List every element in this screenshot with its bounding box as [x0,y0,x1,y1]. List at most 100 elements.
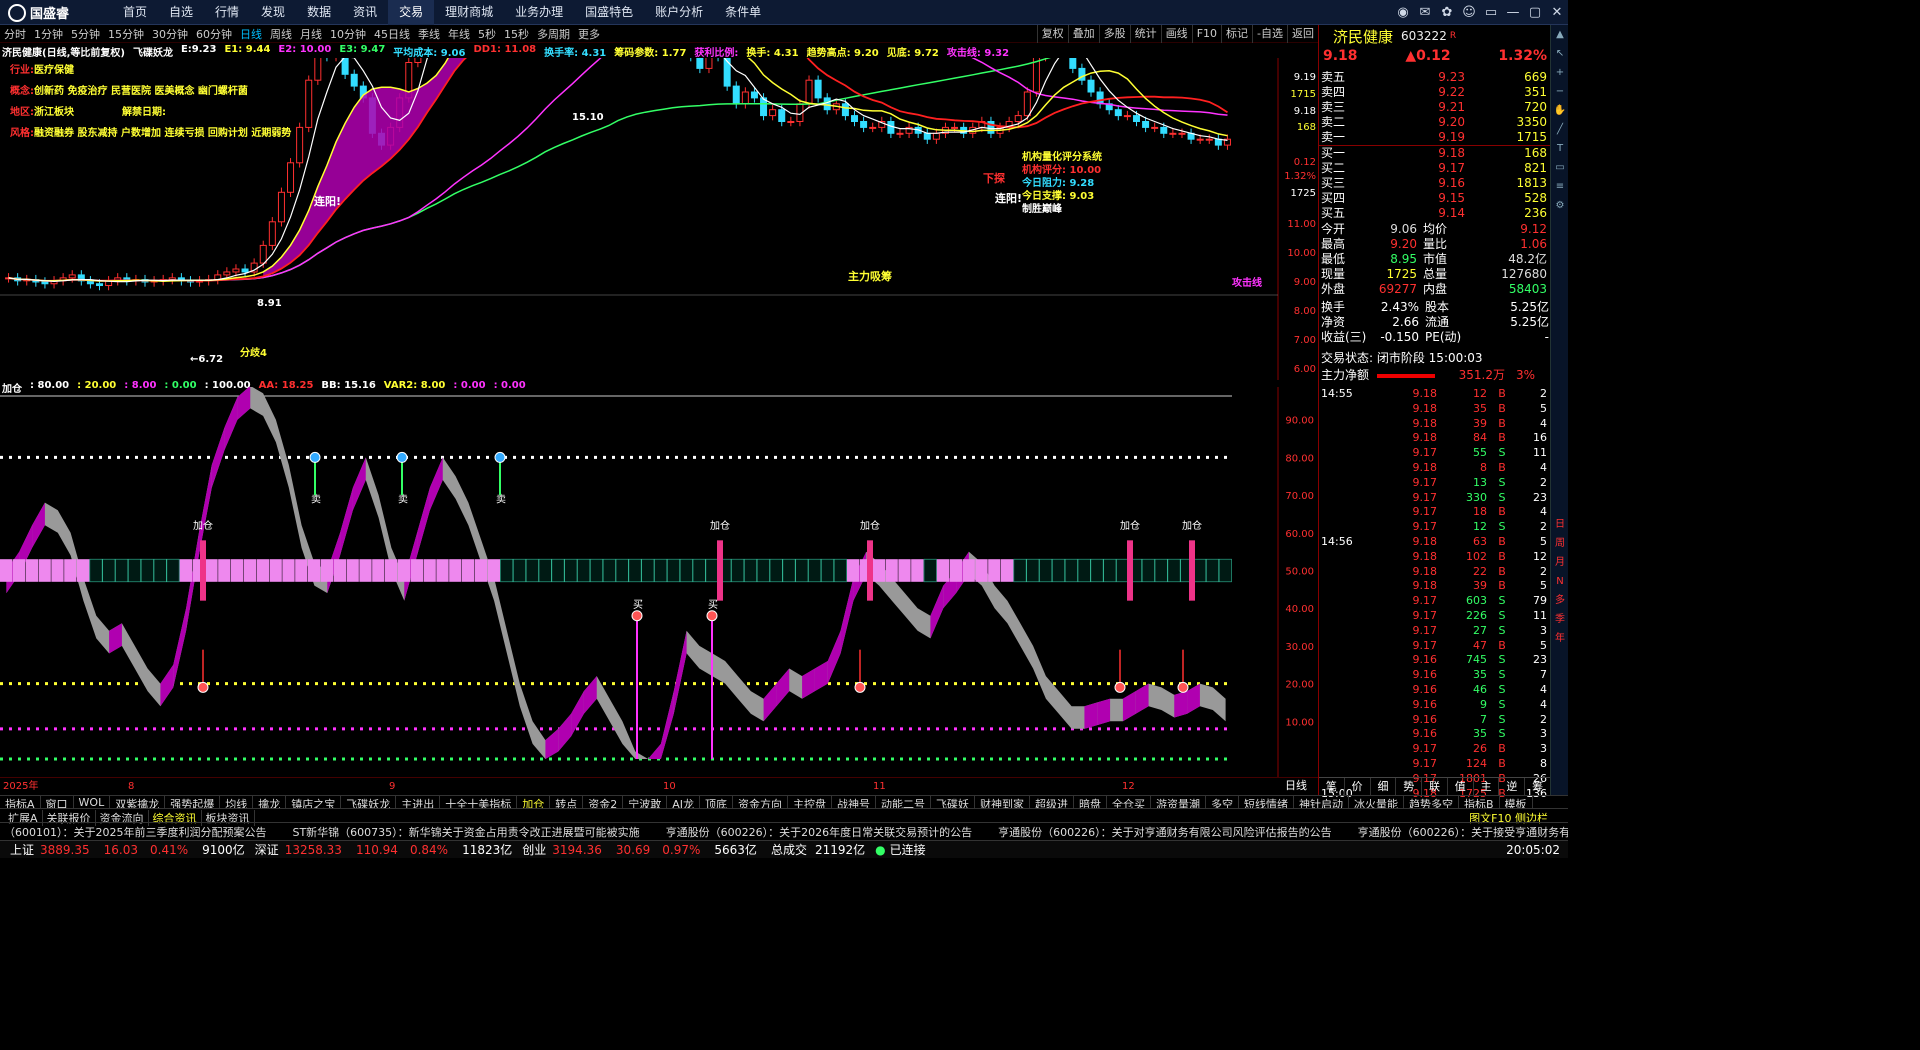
period-11[interactable]: 季线 [414,26,444,42]
period-3[interactable]: 15分钟 [104,26,148,42]
nav-item-1[interactable]: 自选 [158,0,204,25]
chat-icon[interactable]: ◉ [1392,0,1414,25]
period-16[interactable]: 更多 [574,26,604,42]
chart-tool-0[interactable]: 复权 [1036,25,1068,43]
rect-icon[interactable]: ▭ [1551,158,1568,177]
news-item[interactable]: 亨通股份（600226）：关于接受亨通财务有限公司金融服务的风险处置 [1358,824,1568,840]
hand-icon[interactable]: ✋ [1551,101,1568,120]
nav-item-0[interactable]: 首页 [112,0,158,25]
nav-item-7[interactable]: 理财商城 [434,0,504,25]
price-tick-label: 1715 [1291,89,1316,100]
chart-tool-4[interactable]: 画线 [1160,25,1192,43]
gift-icon[interactable]: ✿ [1436,0,1458,25]
text-icon[interactable]: T [1551,139,1568,158]
chart-tool-1[interactable]: 叠加 [1067,25,1099,43]
stat-label: 最低 [1321,252,1346,266]
candlestick-chart[interactable]: 9.19 1715 9.18 168 0.12 1.32% 1725 11.00 10.00 9.… [0,58,1318,380]
side-period-2[interactable]: 月 [1551,553,1568,572]
quote-tab-0[interactable]: 笔 [1319,778,1345,795]
chart-area[interactable]: 分时 1分钟 5分钟 15分钟 30分钟 60分钟 日线 周线 月线 10分钟 45日线 季线 年线 5秒… [0,25,1318,795]
side-period-0[interactable]: 日 [1551,515,1568,534]
sell-row[interactable]: 卖一 9.19 1715 [1319,130,1551,145]
period-1[interactable]: 1分钟 [30,26,67,42]
chart-tool-7[interactable]: -自选 [1252,25,1287,43]
zoom-in-icon[interactable]: + [1551,63,1568,82]
nav-item-2[interactable]: 行情 [204,0,250,25]
index-name[interactable]: 上证 [10,841,34,858]
chart-tool-8[interactable]: 返回 [1287,25,1318,43]
screen-icon[interactable]: ▭ [1480,0,1502,25]
quote-tab-7[interactable]: 逆 [1499,778,1526,795]
news-item[interactable]: 亨通股份（600226）：关于2026年度日常关联交易预计的公告 [666,824,972,840]
sell-row[interactable]: 卖二 9.20 3350 [1319,115,1551,130]
gear-icon[interactable]: ⚙ [1551,196,1568,215]
side-period-1[interactable]: 周 [1551,534,1568,553]
nav-item-6[interactable]: 交易 [388,0,435,25]
period-13[interactable]: 5秒 [474,26,500,42]
nav-item-5[interactable]: 资讯 [342,0,388,25]
state-block [218,559,231,582]
nav-item-10[interactable]: 账户分析 [644,0,714,25]
sell-row[interactable]: 卖四 9.22 351 [1319,85,1551,100]
nav-item-3[interactable]: 发现 [250,0,296,25]
index-amount: 9100亿 [202,843,245,857]
buy-row[interactable]: 买二 9.17 821 [1319,161,1551,176]
period-6[interactable]: 日线 [236,26,266,42]
period-10[interactable]: 45日线 [370,26,414,42]
formula-name[interactable]: 飞碟妖龙 [133,44,173,59]
period-14[interactable]: 15秒 [500,26,533,42]
cursor-icon[interactable]: ↖ [1551,44,1568,63]
news-item[interactable]: ST新华锦（600735）：新华锦关于资金占用责令改正进展暨可能被实施 [292,824,639,840]
buy-row[interactable]: 买一 9.18 168 [1319,146,1551,161]
line-icon[interactable]: ╱ [1551,120,1568,139]
nav-item-8[interactable]: 业务办理 [504,0,574,25]
nav-item-11[interactable]: 条件单 [714,0,772,25]
chart-tool-2[interactable]: 多股 [1098,25,1130,43]
nav-item-4[interactable]: 数据 [296,0,342,25]
period-8[interactable]: 月线 [296,26,326,42]
buy-row[interactable]: 买三 9.16 1813 [1319,176,1551,191]
buy-row[interactable]: 买四 9.15 528 [1319,191,1551,206]
close-icon[interactable]: ✕ [1546,0,1568,25]
side-period-6[interactable]: 年 [1551,629,1568,648]
chart-tool-3[interactable]: 统计 [1129,25,1161,43]
period-5[interactable]: 60分钟 [192,26,236,42]
sell-row[interactable]: 卖三 9.21 720 [1319,100,1551,115]
quote-tab-2[interactable]: 细 [1371,778,1397,795]
sell-row[interactable]: 卖五 9.23 669 [1319,70,1551,85]
maximize-icon[interactable]: ▢ [1524,0,1546,25]
indicator-chart[interactable]: 100.0 90.00 80.00 70.00 60.00 50.00 40.00 30.00… [0,387,1318,777]
buy-row[interactable]: 买五 9.14 236 [1319,206,1551,221]
period-12[interactable]: 年线 [444,26,474,42]
side-period-5[interactable]: 季 [1551,610,1568,629]
period-4[interactable]: 30分钟 [148,26,192,42]
period-9[interactable]: 10分钟 [326,26,370,42]
minimize-icon[interactable]: — [1502,0,1524,25]
news-item[interactable]: 亨通股份（600226）：关于对亨通财务有限公司风险评估报告的公告 [998,824,1332,840]
period-7[interactable]: 周线 [266,26,296,42]
arrow-up-icon[interactable]: ▲ [1551,25,1568,44]
side-period-3[interactable]: N [1551,572,1568,591]
index-name[interactable]: 创业 [522,841,546,858]
quote-tab-1[interactable]: 价 [1345,778,1371,795]
chart-tool-5[interactable]: F10 [1191,25,1221,43]
mail-icon[interactable]: ✉ [1414,0,1436,25]
fib-icon[interactable]: ≡ [1551,177,1568,196]
news-item[interactable]: （600101）：关于2025年前三季度利润分配预案公告 [4,824,266,840]
user-icon[interactable]: ☺ [1458,0,1480,25]
chart-tool-6[interactable]: 标记 [1221,25,1252,43]
quote-tab-5[interactable]: 值 [1448,778,1474,795]
side-period-4[interactable]: 多 [1551,591,1568,610]
period-2[interactable]: 5分钟 [67,26,104,42]
quote-tab-3[interactable]: 势 [1396,778,1423,795]
tick-list[interactable]: 14:55 9.18 12 B 2 9.18 35 B 5 9.18 39 B 4 9.18 84 B 16 9.… [1319,387,1551,801]
period-0[interactable]: 分时 [0,26,30,42]
zoom-out-icon[interactable]: − [1551,82,1568,101]
index-name[interactable]: 深证 [255,841,279,858]
quote-tab-4[interactable]: 联 [1422,778,1448,795]
period-15[interactable]: 多周期 [533,26,574,42]
quote-tab-6[interactable]: 主 [1474,778,1500,795]
quote-tab-8[interactable]: 筹 [1525,778,1552,795]
nav-item-9[interactable]: 国盛特色 [574,0,644,25]
drawing-toolbar: ▲ ↖ + − ✋ ╱ T ▭ ≡ ⚙ 日周月 N 多季年 [1550,25,1568,795]
